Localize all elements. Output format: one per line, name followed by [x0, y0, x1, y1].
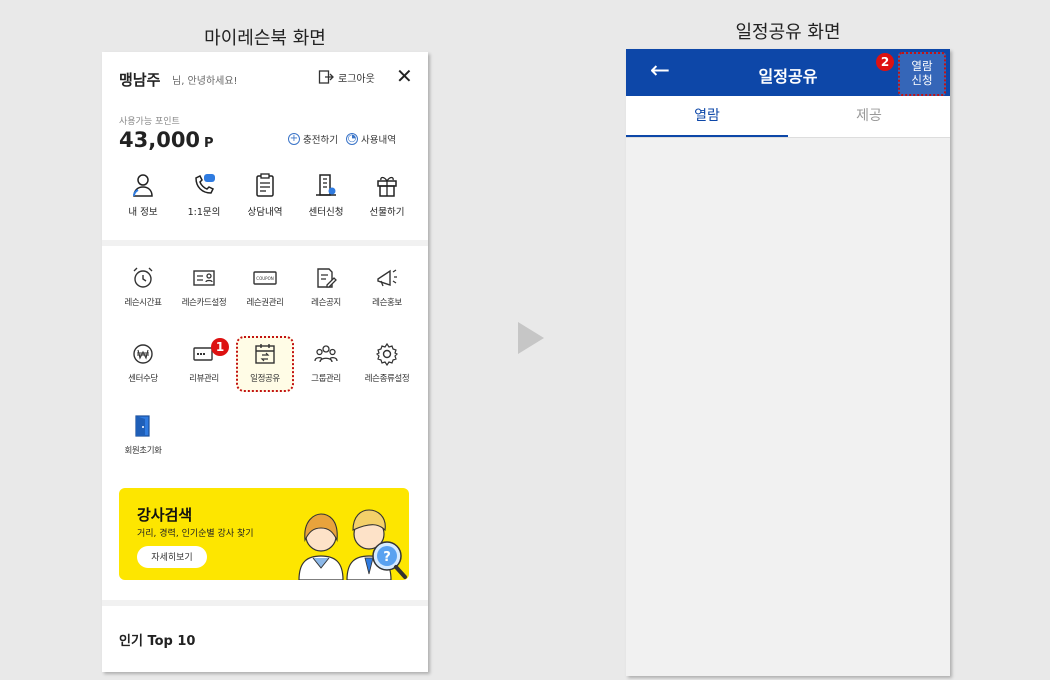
step-2-badge: 2	[876, 53, 894, 71]
menu-label: 레슨카드설정	[181, 298, 227, 308]
megaphone-icon	[377, 269, 397, 287]
view-request-button[interactable]: 열람 신청	[898, 52, 946, 96]
points-label: 사용가능 포인트	[119, 117, 180, 127]
history-circle-icon: ◔	[345, 133, 358, 145]
menu-group-manage[interactable]: 그룹관리	[297, 342, 355, 392]
menu-review-manage[interactable]: 리뷰관리 1	[175, 338, 233, 392]
menu-label: 센터수당	[128, 374, 158, 384]
banner-subtitle: 거리, 경력, 인기순별 강사 찾기	[137, 529, 254, 539]
quick-menu-center-apply[interactable]: 센터신청	[297, 172, 355, 218]
building-icon	[316, 174, 336, 196]
app-bar: ← 일정공유 열람 신청 2	[626, 49, 950, 96]
menu-label: 레슨시간표	[124, 298, 162, 308]
close-icon[interactable]: ✕	[396, 66, 413, 86]
menu-label: 레슨홍보	[372, 298, 402, 308]
points-value: 43,000 P	[119, 128, 214, 152]
section-divider	[102, 600, 428, 606]
user-name: 맹남주	[119, 71, 161, 89]
coupon-text: COUPON	[256, 276, 273, 281]
question-mark: ?	[383, 550, 391, 565]
quick-menu-gift[interactable]: 선물하기	[358, 172, 416, 218]
flow-arrow-icon	[518, 322, 544, 354]
left-screen-caption: 마이레슨북 화면	[204, 28, 326, 49]
lesson-menu-row-1: 레슨시간표 레슨카드설정 COUPON 레슨권관리 레슨공지 레슨홍보	[114, 266, 416, 308]
tab-bar: 열람 제공	[626, 96, 950, 138]
quick-menu-my-info[interactable]: 내 정보	[114, 172, 172, 218]
quick-menu-consult-history[interactable]: 상담내역	[236, 172, 294, 218]
greeting-text: 님, 안녕하세요!	[172, 76, 238, 87]
lesson-menu-row-2: 센터수당 리뷰관리 1 일정공유 그룹관리 레슨종류설정	[114, 336, 416, 392]
logout-button[interactable]: 로그아웃	[318, 69, 375, 85]
menu-member-reset[interactable]: 회원초기화	[114, 414, 172, 456]
history-label: 사용내역	[360, 135, 396, 146]
menu-label: 레슨권관리	[246, 298, 284, 308]
tab-view[interactable]: 열람	[626, 96, 788, 137]
menu-label: 일정공유	[250, 374, 280, 384]
won-coin-icon	[133, 344, 153, 364]
menu-center-allowance[interactable]: 센터수당	[114, 342, 172, 392]
banner-details-button[interactable]: 자세히보기	[137, 546, 207, 568]
my-lessonbook-screen: 맹남주 님, 안녕하세요! 로그아웃 ✕ 사용가능 포인트 43,000 P + …	[102, 52, 428, 672]
menu-lesson-type-settings[interactable]: 레슨종류설정	[358, 342, 416, 392]
menu-schedule-share[interactable]: 일정공유	[236, 336, 294, 392]
instructor-search-banner[interactable]: 강사검색 거리, 경력, 인기순별 강사 찾기 자세히보기 ?	[119, 488, 409, 580]
edit-note-icon	[317, 268, 337, 288]
person-icon	[133, 174, 153, 197]
points-actions: + 충전하기 ◔ 사용내역	[288, 132, 396, 146]
quick-menu-label: 센터신청	[308, 207, 344, 218]
gift-icon	[377, 176, 397, 197]
view-request-label-line2: 신청	[911, 73, 933, 87]
menu-label: 레슨종류설정	[364, 374, 410, 384]
step-1-badge: 1	[211, 338, 229, 356]
menu-label: 레슨공지	[311, 298, 341, 308]
history-button[interactable]: ◔ 사용내역	[345, 132, 396, 146]
popular-top10-title: 인기 Top 10	[119, 634, 196, 649]
phone-chat-icon	[195, 174, 215, 194]
quick-menu-label: 선물하기	[369, 207, 405, 218]
group-icon	[314, 345, 338, 363]
points-amount: 43,000	[119, 128, 201, 152]
coupon-icon: COUPON	[253, 271, 277, 285]
alarm-clock-icon	[133, 267, 153, 288]
quick-menu-label: 내 정보	[128, 207, 158, 218]
menu-lesson-card-settings[interactable]: 레슨카드설정	[175, 266, 233, 308]
menu-label: 그룹관리	[311, 374, 341, 384]
menu-lesson-notice[interactable]: 레슨공지	[297, 266, 355, 308]
calendar-share-icon	[255, 344, 275, 364]
door-icon	[135, 415, 150, 437]
logout-label: 로그아웃	[338, 73, 375, 85]
id-card-icon	[193, 270, 215, 286]
quick-menu-label: 상담내역	[247, 207, 283, 218]
menu-lesson-timetable[interactable]: 레슨시간표	[114, 266, 172, 308]
charge-button[interactable]: + 충전하기	[288, 132, 338, 146]
instructors-illustration-icon: ?	[298, 509, 407, 580]
points-unit: P	[204, 136, 214, 151]
section-divider	[102, 240, 428, 246]
menu-lesson-promo[interactable]: 레슨홍보	[358, 266, 416, 308]
tab-provide[interactable]: 제공	[788, 96, 950, 137]
menu-label: 회원초기화	[124, 446, 162, 456]
menu-lesson-ticket-manage[interactable]: COUPON 레슨권관리	[236, 266, 294, 308]
lesson-menu-row-3: 회원초기화	[114, 414, 416, 456]
quick-menu-inquiry[interactable]: 1:1문의	[175, 172, 233, 218]
menu-label: 리뷰관리	[189, 374, 219, 384]
logout-icon	[318, 70, 334, 84]
banner-title: 강사검색	[137, 506, 193, 524]
header: 맹남주 님, 안녕하세요! 로그아웃 ✕	[102, 52, 428, 102]
clipboard-icon	[256, 173, 274, 197]
charge-label: 충전하기	[303, 135, 338, 146]
quick-menu-label: 1:1문의	[187, 207, 221, 218]
schedule-share-screen: ← 일정공유 열람 신청 2 열람 제공	[626, 49, 950, 676]
right-screen-caption: 일정공유 화면	[735, 22, 841, 43]
gear-icon	[375, 342, 399, 366]
view-request-label-line1: 열람	[911, 59, 933, 73]
quick-menu: 내 정보 1:1문의 상담내역 센터신청 선물하기	[114, 172, 416, 218]
plus-circle-icon: +	[288, 133, 300, 145]
